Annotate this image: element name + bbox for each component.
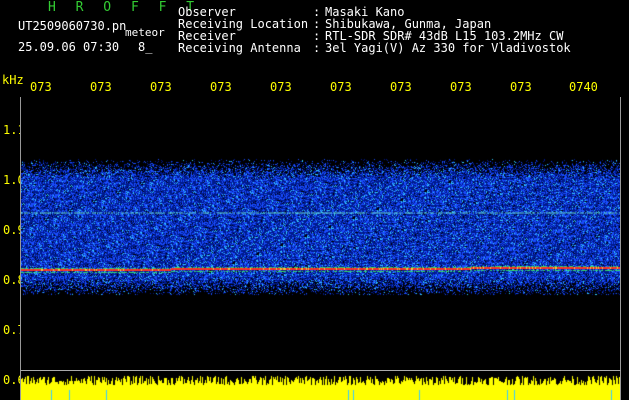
y-axis-unit-label: kHz bbox=[2, 73, 24, 87]
level-meter-plot bbox=[21, 371, 620, 400]
x-tick-label: 073 bbox=[330, 80, 352, 94]
x-tick-label: 073 bbox=[90, 80, 112, 94]
x-tick-label: 073 bbox=[210, 80, 232, 94]
x-tick-label: 073 bbox=[150, 80, 172, 94]
spectrogram-plot bbox=[21, 97, 620, 370]
x-tick-label: 073 bbox=[30, 80, 52, 94]
date-time: 25.09.06 07:30 bbox=[18, 40, 120, 54]
event-label: meteor bbox=[125, 26, 165, 39]
antenna-sep: : bbox=[313, 41, 321, 55]
x-tick-label: 073 bbox=[270, 80, 292, 94]
x-tick-label: 073 bbox=[510, 80, 532, 94]
count-value: 8_ bbox=[138, 40, 153, 54]
antenna-label: Receiving Antenna bbox=[178, 41, 301, 55]
file-name: UT2509060730.pn bbox=[18, 19, 127, 33]
antenna-value: 3el Yagi(V) Az 330 for Vladivostok bbox=[325, 41, 571, 55]
x-tick-label: 073 bbox=[390, 80, 412, 94]
x-tick-label: 073 bbox=[450, 80, 472, 94]
x-tick-label: 0740 bbox=[569, 80, 598, 94]
